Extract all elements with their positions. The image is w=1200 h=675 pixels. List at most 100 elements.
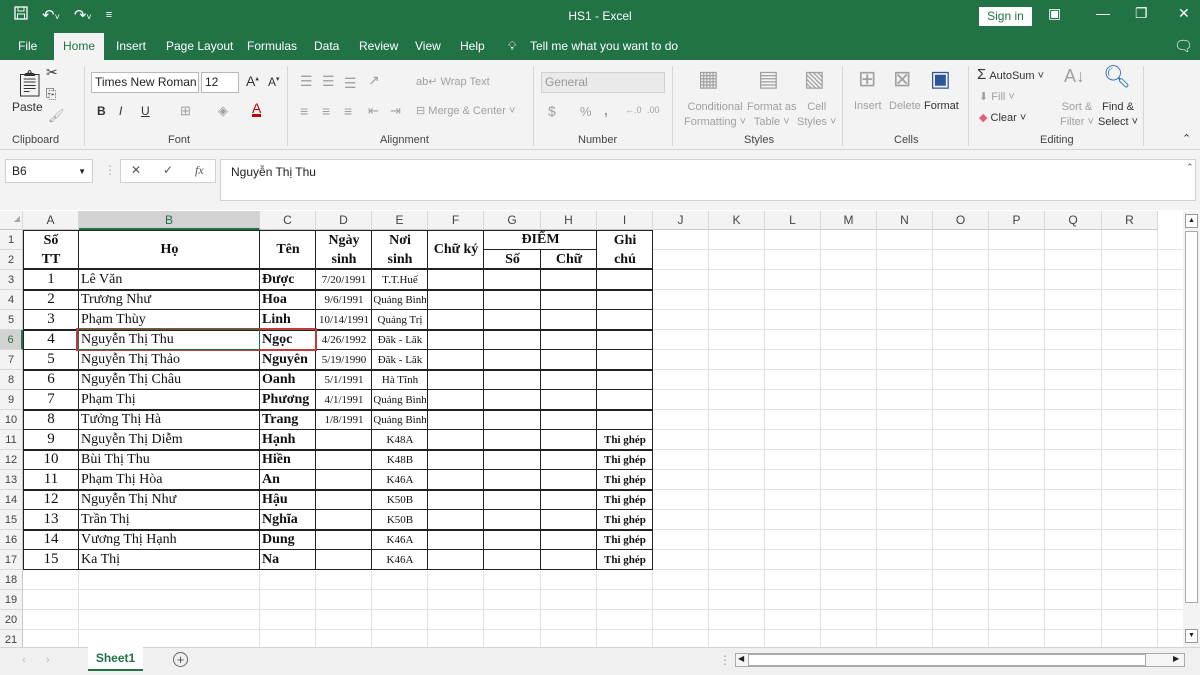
cell-chu-ky[interactable] [430, 310, 482, 329]
cell-diem-chu[interactable] [543, 450, 595, 469]
cell-chu-ky[interactable] [430, 290, 482, 309]
cell-ngay-sinh[interactable]: 5/19/1990 [318, 350, 370, 369]
cell-diem-so[interactable] [486, 530, 539, 549]
cell-ho[interactable]: Nguyễn Thị Châu [81, 370, 258, 389]
copy-icon[interactable]: ⎘ [46, 86, 56, 102]
cell-ngay-sinh[interactable]: 1/8/1991 [318, 410, 370, 429]
cell-ngay-sinh[interactable]: 5/1/1991 [318, 370, 370, 389]
comments-icon[interactable]: 🗨︎ [1166, 33, 1200, 60]
fill-color-icon[interactable]: ◈ [218, 103, 228, 119]
insert-function-icon[interactable]: fx [195, 163, 204, 178]
row-header-18[interactable]: 18 [0, 570, 23, 590]
row-header-10[interactable]: 10 [0, 410, 23, 430]
header-chu-ky[interactable]: Chữ ký [430, 230, 482, 269]
scroll-down-icon[interactable]: ▼ [1185, 629, 1198, 643]
row-header-12[interactable]: 12 [0, 450, 23, 470]
cell-stt[interactable]: 4 [25, 330, 77, 349]
cell-ngay-sinh[interactable]: 4/26/1992 [318, 330, 370, 349]
cell-noi-sinh[interactable]: K48A [374, 430, 426, 449]
cell-ngay-sinh[interactable] [318, 530, 370, 549]
column-header-e[interactable]: E [372, 211, 428, 230]
name-box-dropdown-icon[interactable]: ▼ [78, 167, 86, 176]
add-sheet-icon[interactable]: + [173, 652, 188, 667]
row-header-19[interactable]: 19 [0, 590, 23, 610]
cell-ngay-sinh[interactable] [318, 510, 370, 529]
row-header-15[interactable]: 15 [0, 510, 23, 530]
cell-stt[interactable]: 3 [25, 310, 77, 329]
expand-formula-bar-icon[interactable]: ⌃ [1186, 162, 1194, 173]
column-header-f[interactable]: F [428, 211, 484, 230]
tab-view[interactable]: View [407, 33, 449, 60]
cell-diem-chu[interactable] [543, 430, 595, 449]
worksheet-grid[interactable]: ◢ A B C D E F G H I J K L M N O P Q R 1 2 3 4 5 6 7 8 9 10 11 12 13 14 15… [0, 211, 1183, 647]
cell-ghi-chu[interactable] [599, 290, 651, 309]
cell-chu-ky[interactable] [430, 370, 482, 389]
cell-diem-so[interactable] [486, 330, 539, 349]
cell-noi-sinh[interactable]: T.T.Huế [374, 270, 426, 289]
comma-button[interactable]: , [604, 102, 608, 118]
next-sheet-icon[interactable]: › [46, 654, 50, 666]
column-header-j[interactable]: J [653, 211, 709, 230]
cell-diem-so[interactable] [486, 370, 539, 389]
tab-review[interactable]: Review [351, 33, 406, 60]
cell-chu-ky[interactable] [430, 390, 482, 409]
column-header-a[interactable]: A [23, 211, 79, 230]
autosum-button[interactable]: Σ AutoSum ˅ [977, 66, 1044, 83]
cell-diem-so[interactable] [486, 310, 539, 329]
row-header-3[interactable]: 3 [0, 270, 23, 290]
cell-ten[interactable]: Hạnh [262, 430, 314, 449]
cell-ho[interactable]: Phạm Thị Hòa [81, 470, 258, 489]
row-header-7[interactable]: 7 [0, 350, 23, 370]
tab-insert[interactable]: Insert [108, 33, 154, 60]
align-bottom-icon[interactable]: ☰ [344, 75, 357, 92]
row-header-8[interactable]: 8 [0, 370, 23, 390]
cut-icon[interactable]: ✂ [46, 64, 58, 81]
cell-chu-ky[interactable] [430, 410, 482, 429]
cell-diem-chu[interactable] [543, 510, 595, 529]
orientation-icon[interactable]: ↗ [368, 72, 380, 89]
cell-ngay-sinh[interactable]: 7/20/1991 [318, 270, 370, 289]
cell-ten[interactable]: Hậu [262, 490, 314, 509]
cell-stt[interactable]: 1 [25, 270, 77, 289]
cell-diem-chu[interactable] [543, 270, 595, 289]
cell-ngay-sinh[interactable] [318, 430, 370, 449]
column-header-g[interactable]: G [484, 211, 541, 230]
font-name-select[interactable]: Times New Roman [91, 72, 199, 93]
cell-chu-ky[interactable] [430, 450, 482, 469]
column-header-i[interactable]: I [597, 211, 653, 230]
cell-diem-so[interactable] [486, 290, 539, 309]
cell-diem-so[interactable] [486, 390, 539, 409]
cell-ho[interactable]: Nguyễn Thị Như [81, 490, 258, 509]
cell-noi-sinh[interactable]: K46A [374, 470, 426, 489]
formula-input[interactable]: Nguyễn Thị Thu [220, 159, 1196, 201]
column-header-l[interactable]: L [765, 211, 821, 230]
cell-diem-chu[interactable] [543, 550, 595, 569]
column-header-q[interactable]: Q [1045, 211, 1102, 230]
cell-stt[interactable]: 2 [25, 290, 77, 309]
cell-ghi-chu[interactable] [599, 350, 651, 369]
cell-stt[interactable]: 11 [25, 470, 77, 489]
column-header-c[interactable]: C [260, 211, 316, 230]
cell-stt[interactable]: 14 [25, 530, 77, 549]
select-all-corner[interactable]: ◢ [0, 211, 23, 230]
cell-ghi-chu[interactable] [599, 310, 651, 329]
delete-cells-button[interactable]: Delete [889, 100, 921, 112]
header-diem-chu[interactable]: Chữ [543, 250, 595, 269]
tab-splitter-handle[interactable]: ⋮ [719, 653, 731, 667]
decrease-indent-icon[interactable]: ⇤ [368, 103, 379, 119]
scroll-left-icon[interactable]: ◀ [738, 654, 744, 663]
cell-ngay-sinh[interactable] [318, 450, 370, 469]
column-header-r[interactable]: R [1102, 211, 1158, 230]
header-ghi-chu[interactable]: Ghi chú [599, 230, 651, 269]
increase-indent-icon[interactable]: ⇥ [390, 103, 401, 119]
cell-ghi-chu[interactable] [599, 270, 651, 289]
cell-noi-sinh[interactable]: K46A [374, 550, 426, 569]
cell-ho[interactable]: Lê Văn [81, 270, 258, 289]
horizontal-scrollbar[interactable]: ◀ ▶ [735, 653, 1185, 667]
cell-diem-chu[interactable] [543, 290, 595, 309]
clear-button[interactable]: ◆ Clear ˅ [979, 111, 1026, 124]
cell-stt[interactable]: 9 [25, 430, 77, 449]
cell-stt[interactable]: 5 [25, 350, 77, 369]
align-left-icon[interactable]: ≡ [300, 103, 308, 119]
sort-filter-button[interactable]: Sort & Filter ˅ [1060, 100, 1094, 130]
